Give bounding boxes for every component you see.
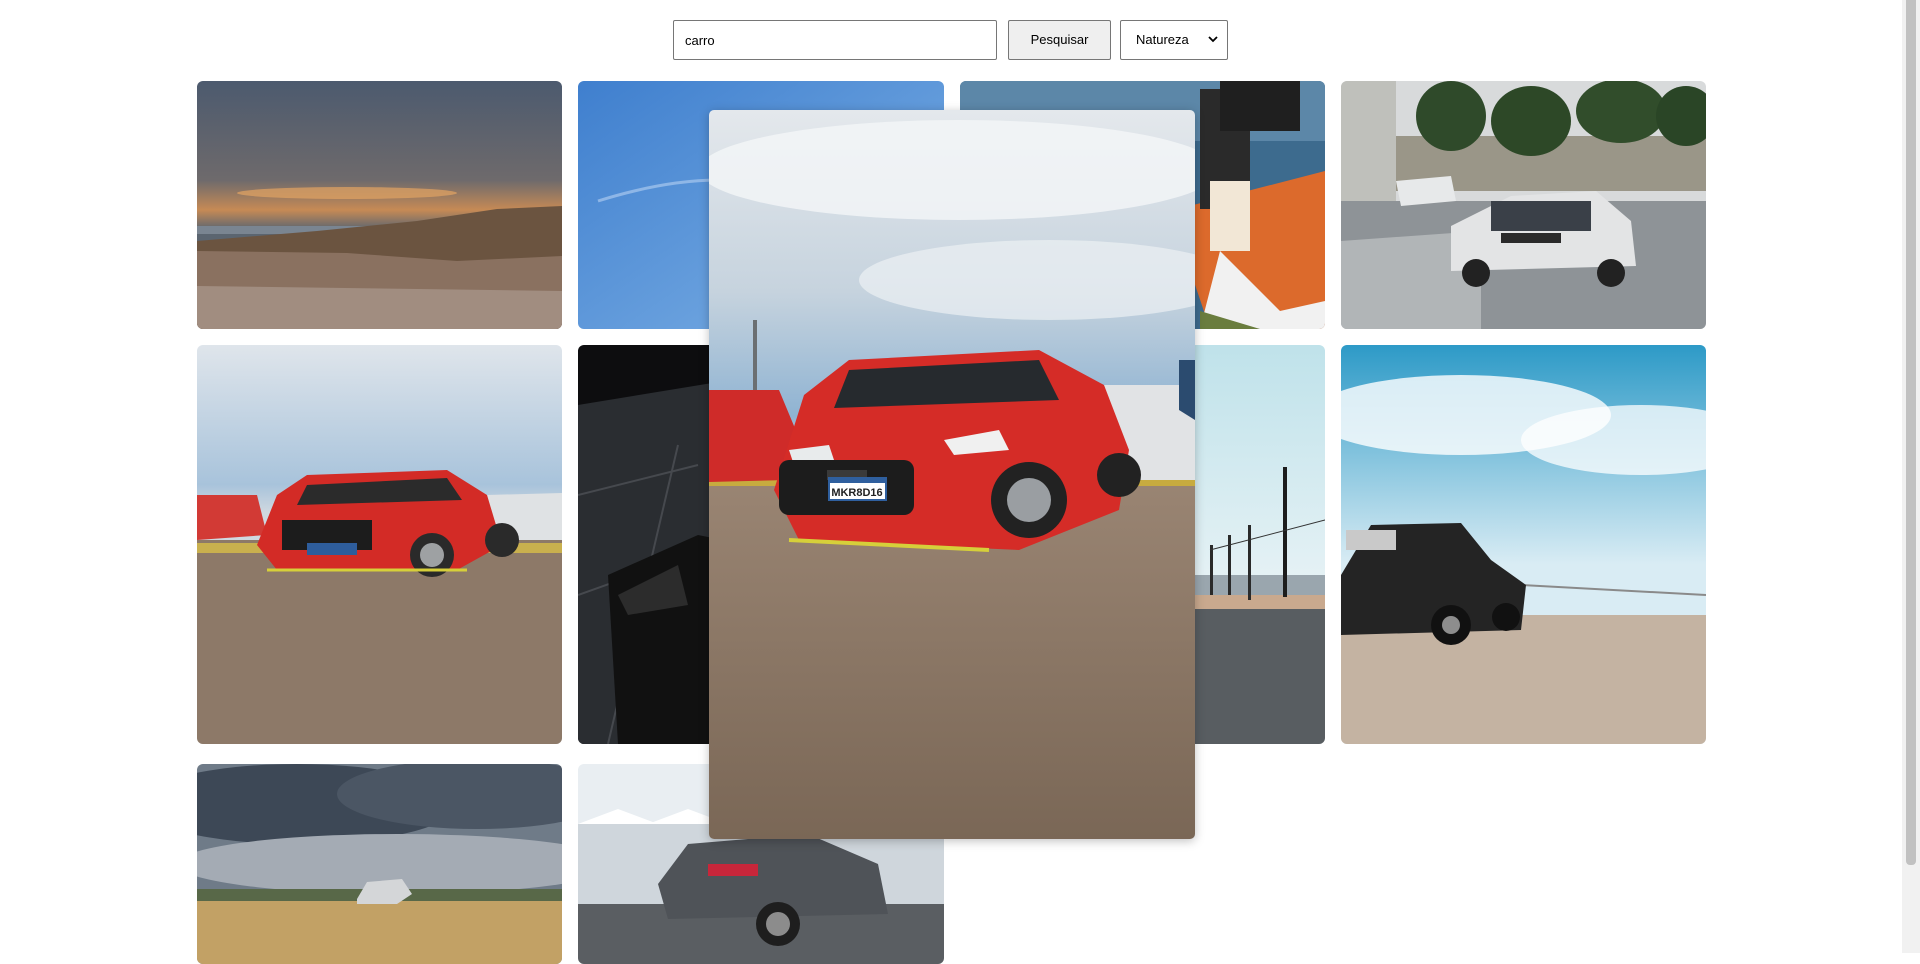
gallery-image-sunset-coast[interactable] (197, 81, 562, 329)
gallery-image-red-hatchback[interactable] (197, 345, 562, 744)
search-button[interactable]: Pesquisar (1008, 20, 1111, 60)
category-select-value: Natureza (1136, 32, 1189, 47)
scrollbar-thumb[interactable] (1906, 0, 1916, 865)
search-bar: Pesquisar Natureza (0, 20, 1902, 60)
gallery-image-rally-car[interactable] (1341, 81, 1706, 329)
modal-plate-text: MKR8D16 (831, 487, 882, 499)
category-select[interactable]: Natureza (1120, 20, 1228, 60)
search-input[interactable] (673, 20, 997, 60)
gallery-image-black-sedan[interactable] (1341, 345, 1706, 744)
page-scrollbar[interactable] (1902, 0, 1920, 953)
chevron-down-icon (1208, 36, 1218, 43)
gallery-image-pickup-truck[interactable] (197, 764, 562, 964)
modal-image-red-hatchback[interactable]: MKR8D16 (709, 110, 1195, 839)
